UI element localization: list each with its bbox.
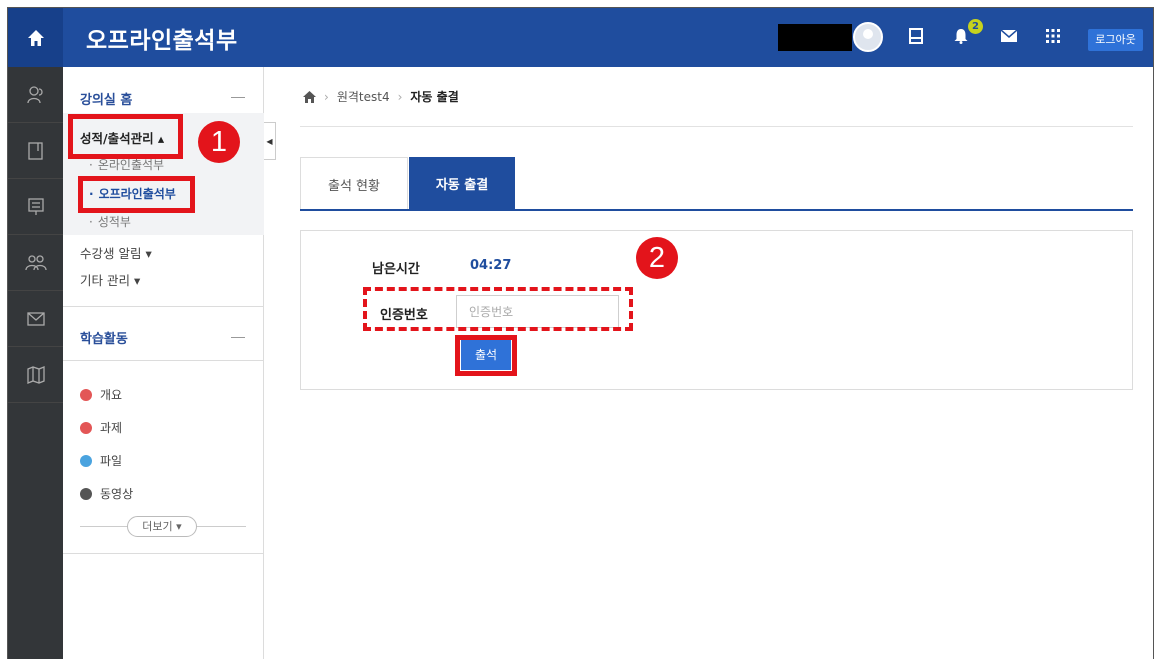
tab-attendance-status[interactable]: 출석 현황	[300, 157, 408, 210]
sidebar-course-home[interactable]: 강의실 홈	[80, 89, 132, 108]
collapse-minus-icon[interactable]	[231, 97, 245, 98]
bookmark-icon[interactable]	[905, 25, 927, 47]
tabs-underline	[300, 209, 1133, 211]
breadcrumb-separator: ›	[397, 89, 403, 104]
sidebar-collapse-tab[interactable]: ◀	[264, 122, 276, 160]
activity-video[interactable]: 동영상	[80, 485, 133, 502]
activity-assignment[interactable]: 과제	[80, 419, 122, 436]
mail-icon[interactable]	[998, 25, 1020, 47]
annotation-step-1: 1	[198, 121, 240, 163]
breadcrumb: › 원격test4 › 자동 출결	[303, 88, 459, 105]
file-icon	[80, 454, 92, 467]
divider	[300, 126, 1133, 127]
redacted-username	[778, 24, 852, 51]
annotation-box-offline-item	[78, 176, 195, 213]
remaining-time-value: 04:27	[470, 258, 512, 273]
video-icon	[80, 487, 92, 500]
overview-icon	[80, 388, 92, 401]
logout-button[interactable]: 로그아웃	[1088, 29, 1143, 51]
remaining-time-label: 남은시간	[372, 262, 420, 277]
annotation-box-attend-button	[455, 335, 517, 376]
annotation-dash-auth-code	[363, 287, 633, 331]
sidebar-activities-heading[interactable]: 학습활동	[80, 328, 128, 347]
notification-badge: 2	[968, 19, 983, 34]
home-icon[interactable]	[303, 90, 316, 103]
assignment-icon	[80, 421, 92, 434]
home-icon	[27, 29, 44, 46]
grid-icon[interactable]	[1042, 25, 1064, 47]
avatar[interactable]	[853, 22, 883, 52]
breadcrumb-separator: ›	[324, 89, 329, 104]
divider	[63, 553, 264, 554]
rail-group-icon[interactable]	[8, 235, 63, 291]
icon-rail	[8, 67, 63, 659]
tab-auto-attendance[interactable]: 자동 출결	[409, 157, 515, 210]
rail-people-icon[interactable]	[8, 67, 63, 123]
breadcrumb-current: 자동 출결	[410, 90, 459, 104]
annotation-box-grade-menu	[68, 114, 183, 159]
more-divider: 더보기 ▾	[80, 516, 246, 537]
rail-book-icon[interactable]	[8, 123, 63, 179]
sidebar-item-gradebook[interactable]: · 성적부	[89, 213, 131, 230]
home-button[interactable]	[8, 8, 63, 67]
sidebar-etc-menu[interactable]: 기타 관리 ▾	[80, 270, 140, 289]
activity-file[interactable]: 파일	[80, 452, 122, 469]
top-header: 오프라인출석부 2 로그아웃	[8, 8, 1153, 67]
annotation-step-2: 2	[636, 237, 678, 279]
breadcrumb-course[interactable]: 원격test4	[337, 88, 390, 105]
sidebar-notice-menu[interactable]: 수강생 알림 ▾	[80, 243, 152, 262]
activity-overview[interactable]: 개요	[80, 386, 122, 403]
rail-mail-icon[interactable]	[8, 291, 63, 347]
more-button[interactable]: 더보기 ▾	[127, 516, 197, 537]
rail-map-icon[interactable]	[8, 347, 63, 403]
divider	[63, 306, 264, 307]
page-title: 오프라인출석부	[86, 28, 238, 54]
rail-board-icon[interactable]	[8, 179, 63, 235]
collapse-minus-icon[interactable]	[231, 337, 245, 338]
divider	[63, 360, 264, 361]
